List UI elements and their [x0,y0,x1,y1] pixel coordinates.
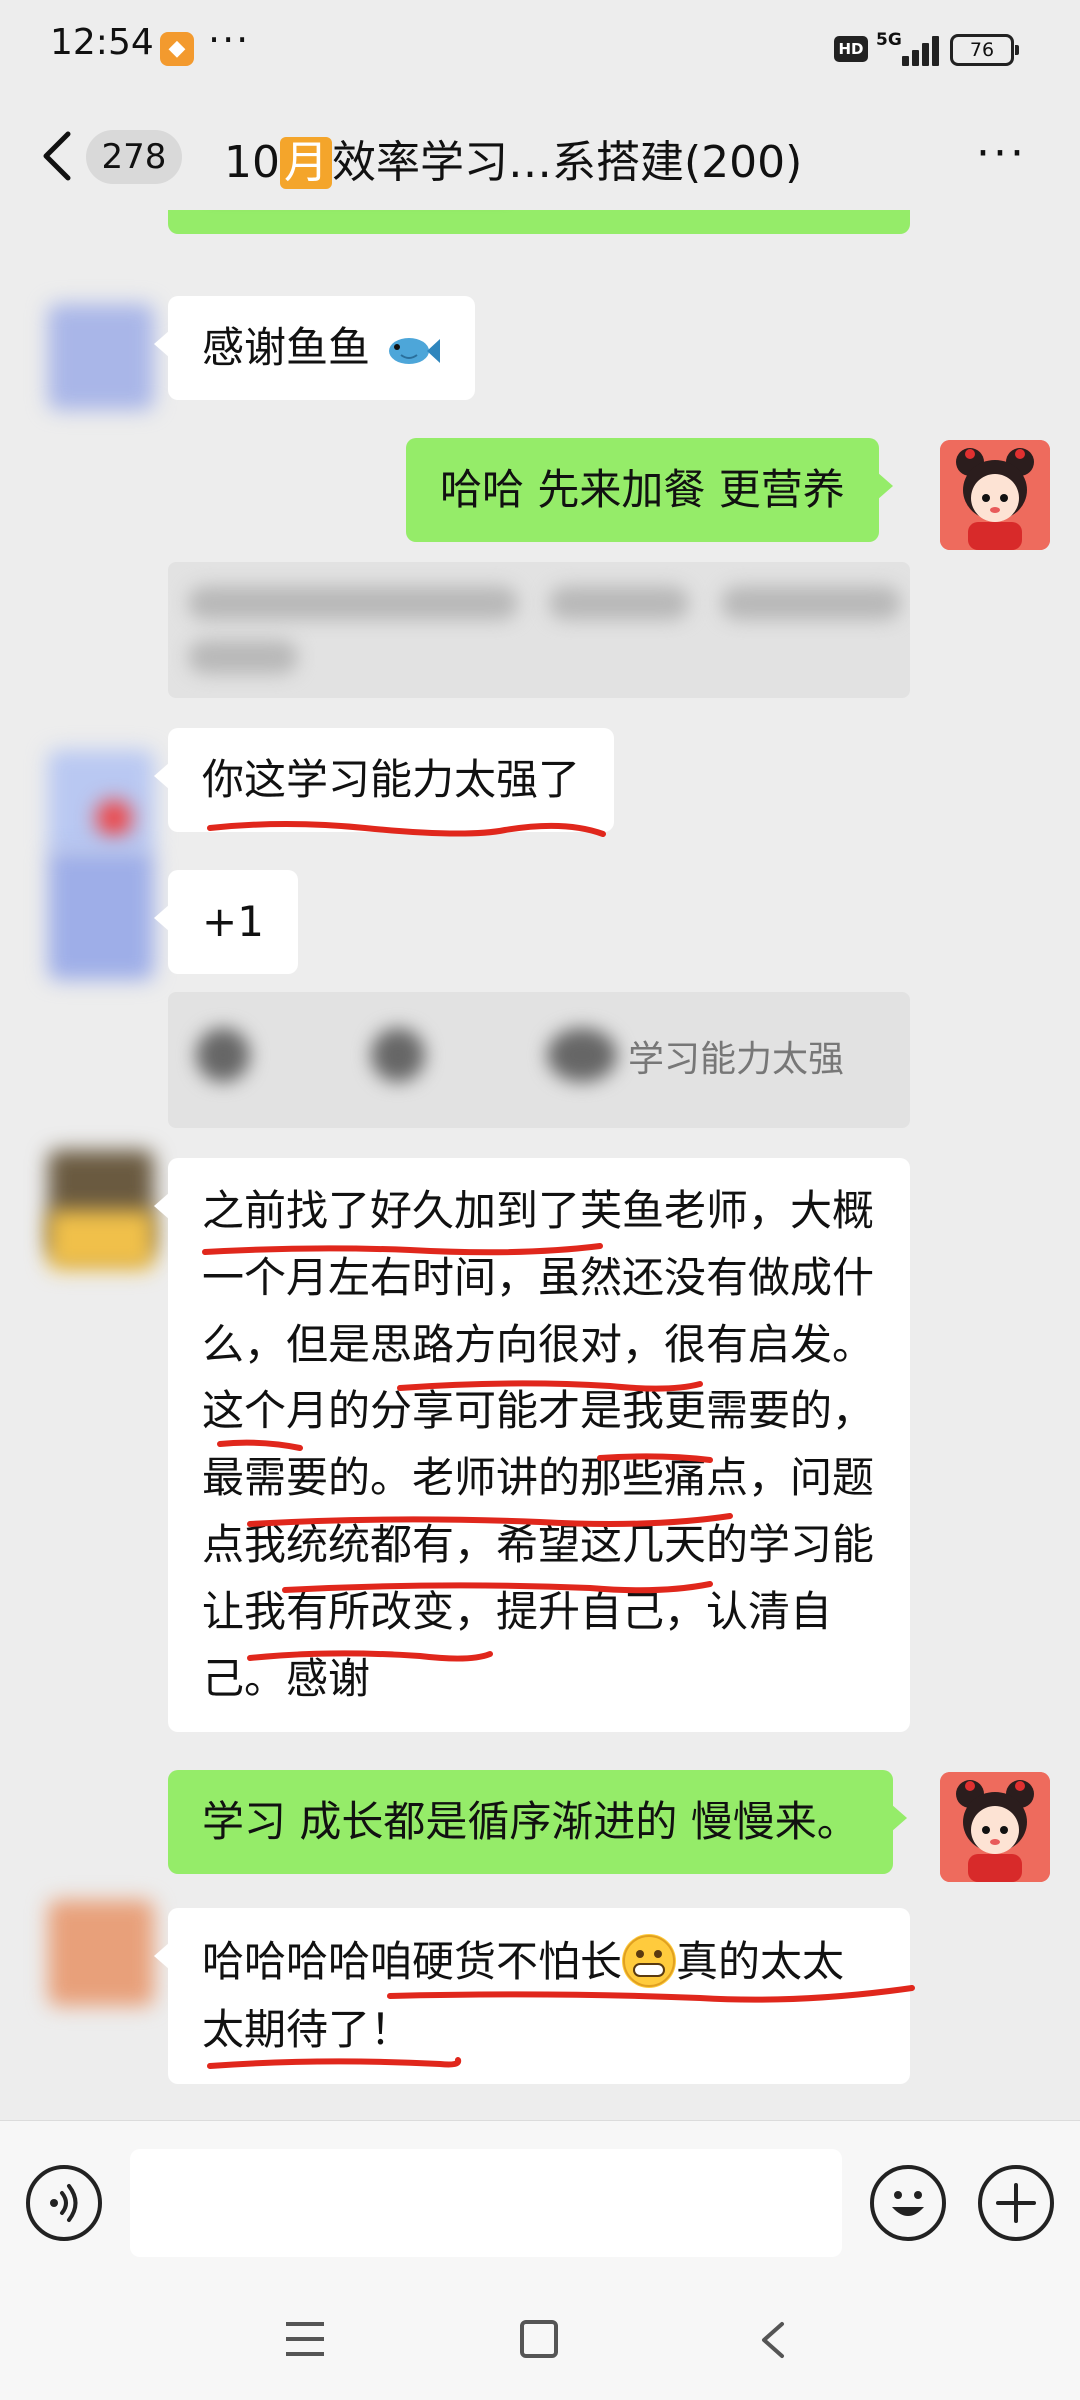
message-text: 哈哈 先来加餐 更营养 [440,465,845,514]
home-icon[interactable] [520,2320,558,2358]
status-time: 12:54 [50,22,154,63]
voice-icon[interactable] [26,2165,102,2241]
red-underlines-group [202,1243,733,1662]
message-bubble[interactable]: 感谢鱼鱼 [153,296,476,400]
unread-count-badge[interactable]: 278 [86,130,182,184]
avatar[interactable] [48,1900,154,2006]
chat-title-rest: 效率学习…系搭建(200) [332,137,803,188]
girl-avatar-icon [940,1772,1050,1882]
message-bubble[interactable]: +1 [154,870,298,974]
quoted-message[interactable]: 学习能力太强 [168,992,910,1128]
system-nav-bar [0,2280,1080,2400]
my-message-bubble[interactable]: 哈哈 先来加餐 更营养 [406,438,893,542]
hd-icon: HD [834,36,868,62]
status-more-icon: ··· [208,18,251,62]
avatar-decoration [48,1210,154,1270]
message-text: 感谢鱼鱼 [202,323,371,372]
my-avatar[interactable] [940,1772,1050,1882]
avatar[interactable] [48,304,154,410]
message-text: +1 [202,897,264,946]
message-text: 你这学习能力太强了 [202,755,581,804]
chat-title[interactable]: 10月效率学习…系搭建(200) [224,126,802,190]
signal-icon [902,34,942,66]
quoted-text: 学习能力太强 [628,1039,845,1080]
app-notification-icon: ◆ [160,32,194,66]
recent-apps-icon[interactable] [286,2322,326,2358]
chat-title-prefix: 10 [224,137,280,188]
input-bar [0,2120,1080,2280]
month-emoji: 月 [280,137,332,189]
avatar[interactable] [48,850,154,980]
message-input[interactable] [130,2149,842,2257]
avatar[interactable] [48,750,154,856]
fish-emoji-icon [389,337,441,364]
quoted-message-blurred[interactable] [168,562,910,698]
back-arrow-icon[interactable] [34,128,84,184]
battery-icon: 76 [950,34,1019,66]
network-type: 5G [876,30,902,50]
more-options-button[interactable]: ··· [976,128,1027,179]
girl-avatar-icon [940,440,1050,550]
red-underlines-group [207,1985,915,2069]
emoji-icon[interactable] [870,2165,946,2241]
my-avatar[interactable] [940,440,1050,550]
cut-off-message-bubble [168,210,910,234]
chat-message-list[interactable]: 感谢鱼鱼 哈哈 先来加餐 更营养 你这学习能力太强了 +1 学习能力太强 之前找… [0,210,1080,2120]
nav-back-icon[interactable] [758,2320,788,2360]
my-message-bubble[interactable]: 学习 成长都是循序渐进的 慢慢来。 [168,1770,907,1874]
chat-header: 278 10月效率学习…系搭建(200) ··· [0,100,1080,210]
plus-icon[interactable] [978,2165,1054,2241]
status-bar: 12:54 ◆ ··· HD 5G 76 [0,0,1080,100]
message-text: 学习 成长都是循序渐进的 慢慢来。 [202,1797,859,1846]
avatar-badge [96,800,132,836]
red-underline [207,821,606,837]
